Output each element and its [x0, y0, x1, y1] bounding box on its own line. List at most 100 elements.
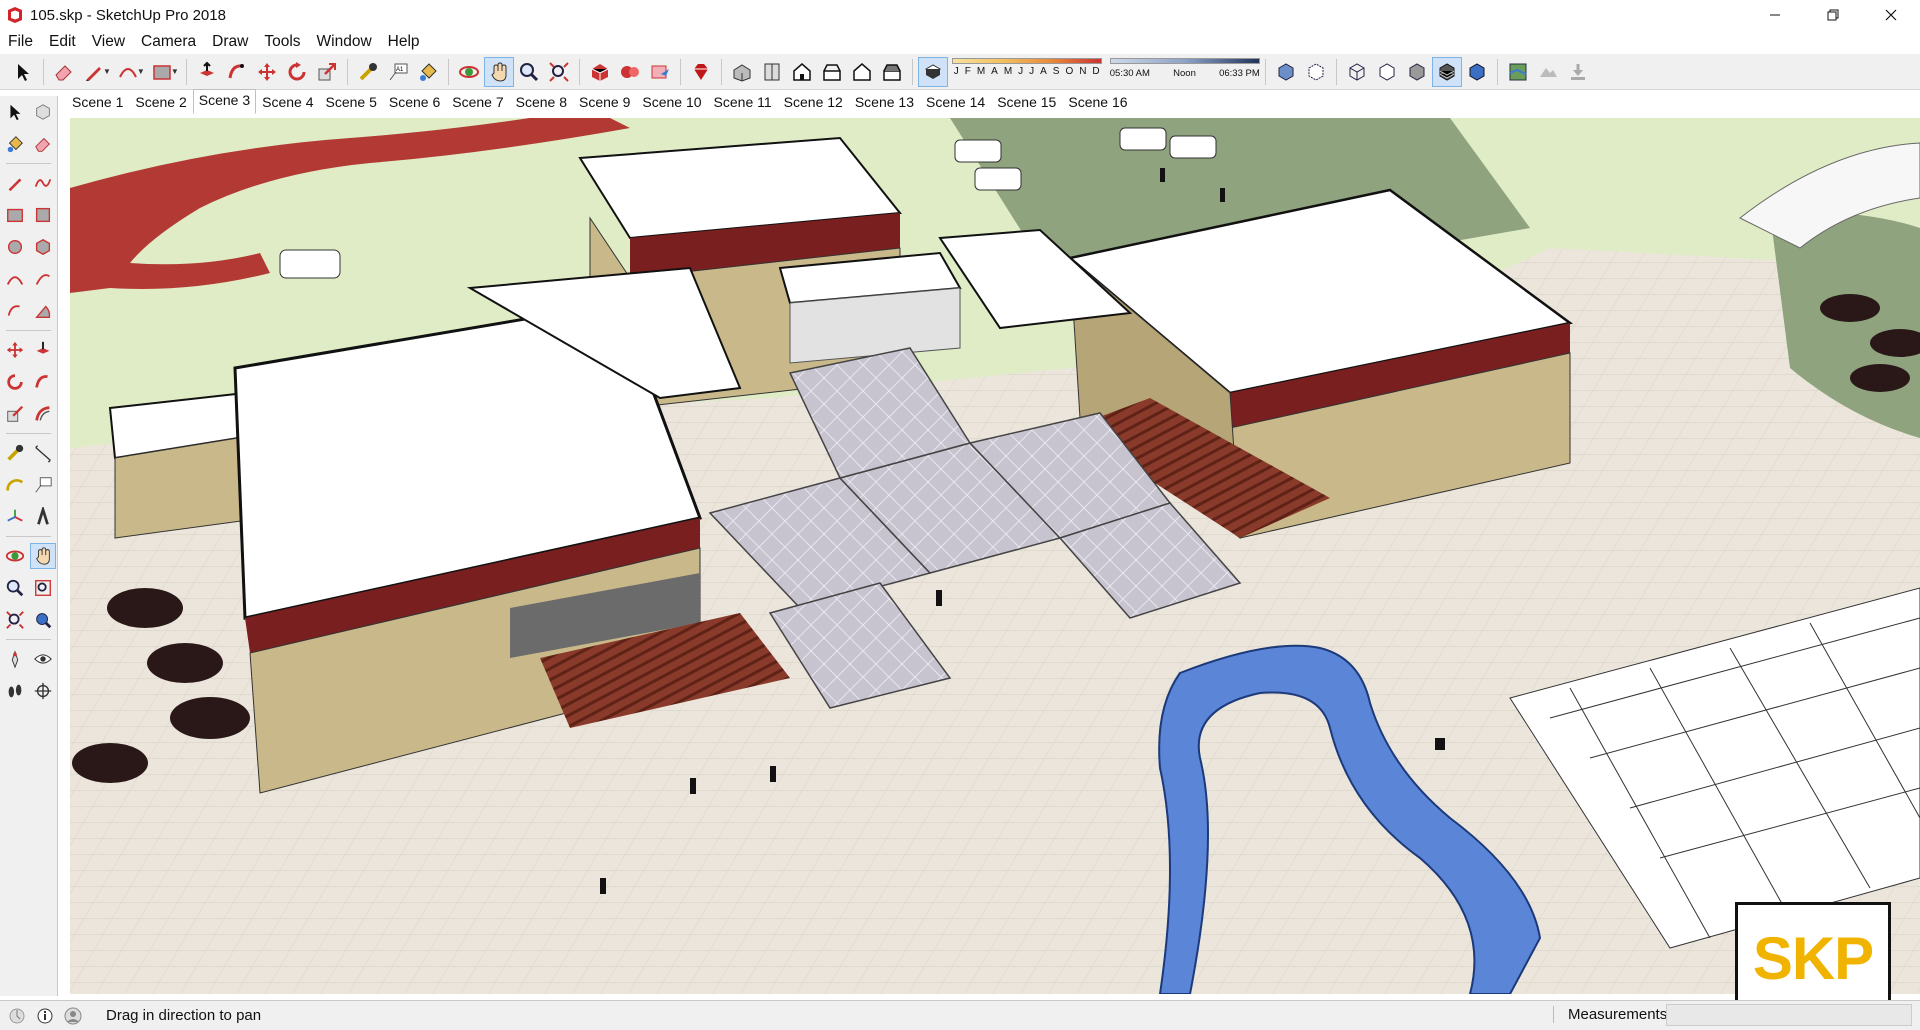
tab-scene-9[interactable]: Scene 9: [573, 91, 636, 114]
measurements-input[interactable]: [1666, 1004, 1912, 1026]
tab-scene-15[interactable]: Scene 15: [991, 91, 1062, 114]
menu-window[interactable]: Window: [309, 33, 380, 51]
axes-tool-button[interactable]: [2, 504, 28, 530]
text-tool-button[interactable]: A1: [383, 57, 413, 87]
scale-tool-button[interactable]: [312, 57, 342, 87]
view-right-button[interactable]: [817, 57, 847, 87]
offset-tool-button[interactable]: [30, 401, 56, 427]
tab-scene-14[interactable]: Scene 14: [920, 91, 991, 114]
menu-draw[interactable]: Draw: [204, 33, 256, 51]
rotate-tool-button[interactable]: [2, 369, 28, 395]
orbit-tool-button[interactable]: [2, 543, 28, 569]
menu-tools[interactable]: Tools: [256, 33, 308, 51]
eraser-tool-button[interactable]: [49, 57, 79, 87]
credits-status-button[interactable]: [34, 1005, 56, 1027]
tab-scene-4[interactable]: Scene 4: [256, 91, 319, 114]
follow-me-tool-button[interactable]: [30, 369, 56, 395]
view-iso-button[interactable]: [727, 57, 757, 87]
rotate-tool-button[interactable]: [282, 57, 312, 87]
tab-scene-2[interactable]: Scene 2: [129, 91, 192, 114]
select-tool-button[interactable]: [8, 57, 38, 87]
tab-scene-12[interactable]: Scene 12: [778, 91, 849, 114]
tab-scene-13[interactable]: Scene 13: [849, 91, 920, 114]
view-back-button[interactable]: [847, 57, 877, 87]
wireframe-style-button[interactable]: [1342, 57, 1372, 87]
orbit-tool-button[interactable]: [454, 57, 484, 87]
move-tool-button[interactable]: [2, 337, 28, 363]
pie-tool-button[interactable]: [30, 298, 56, 324]
monochrome-style-button[interactable]: [1462, 57, 1492, 87]
tab-scene-7[interactable]: Scene 7: [446, 91, 509, 114]
arc-tool-button[interactable]: [2, 266, 28, 292]
tab-scene-11[interactable]: Scene 11: [708, 91, 778, 114]
zoom-tool-button[interactable]: [2, 575, 28, 601]
menu-camera[interactable]: Camera: [133, 33, 204, 51]
previous-view-tool-button[interactable]: [30, 607, 56, 633]
tape-measure-tool-button[interactable]: [2, 440, 28, 466]
zoom-tool-button[interactable]: [514, 57, 544, 87]
extension-warehouse-button[interactable]: [615, 57, 645, 87]
toggle-terrain-button[interactable]: [1533, 57, 1563, 87]
tab-scene-3[interactable]: Scene 3: [192, 89, 257, 114]
walk-tool-button[interactable]: [2, 678, 28, 704]
hidden-line-style-button[interactable]: [1372, 57, 1402, 87]
zoom-extents-tool-button[interactable]: [544, 57, 574, 87]
menu-help[interactable]: Help: [380, 33, 428, 51]
view-left-button[interactable]: [877, 57, 907, 87]
move-tool-button[interactable]: [252, 57, 282, 87]
polygon-tool-button[interactable]: [30, 234, 56, 260]
add-location-button[interactable]: [1503, 57, 1533, 87]
shadows-toggle-button[interactable]: [917, 56, 948, 87]
view-top-button[interactable]: [757, 57, 787, 87]
restore-button[interactable]: [1804, 0, 1862, 30]
3d-warehouse-button[interactable]: [585, 57, 615, 87]
3d-text-tool-button[interactable]: [30, 504, 56, 530]
tab-scene-10[interactable]: Scene 10: [636, 91, 707, 114]
shape-dropdown-icon[interactable]: ▼: [171, 67, 179, 76]
follow-me-tool-button[interactable]: [222, 57, 252, 87]
freehand-tool-button[interactable]: [30, 170, 56, 196]
push-pull-tool-button[interactable]: [192, 57, 222, 87]
minimize-button[interactable]: [1746, 0, 1804, 30]
tab-scene-8[interactable]: Scene 8: [510, 91, 573, 114]
sign-in-status-button[interactable]: [62, 1005, 84, 1027]
tape-measure-tool-button[interactable]: [353, 57, 383, 87]
extension-manager-button[interactable]: [686, 57, 716, 87]
tab-scene-6[interactable]: Scene 6: [383, 91, 446, 114]
dimension-tool-button[interactable]: [30, 440, 56, 466]
text-tool-button[interactable]: [30, 472, 56, 498]
xray-style-button[interactable]: [1271, 57, 1301, 87]
send-to-layout-button[interactable]: [645, 57, 675, 87]
pan-tool-button[interactable]: [29, 543, 56, 569]
back-edges-style-button[interactable]: [1301, 57, 1331, 87]
make-component-button[interactable]: [30, 99, 56, 125]
menu-file[interactable]: File: [0, 33, 41, 51]
geo-location-status-button[interactable]: [6, 1005, 28, 1027]
shadow-date-slider[interactable]: J F M A M J J A S O N D: [951, 57, 1102, 86]
scale-tool-button[interactable]: [2, 401, 28, 427]
menu-view[interactable]: View: [84, 33, 133, 51]
arc-dropdown-icon[interactable]: ▼: [137, 67, 145, 76]
line-tool-button[interactable]: [2, 170, 28, 196]
three-point-arc-tool-button[interactable]: [2, 298, 28, 324]
pan-tool-button[interactable]: [483, 56, 514, 87]
select-tool-button[interactable]: [2, 99, 28, 125]
tab-scene-1[interactable]: Scene 1: [66, 91, 129, 114]
position-camera-tool-button[interactable]: [2, 646, 28, 672]
paint-bucket-tool-button[interactable]: [2, 131, 28, 157]
protractor-tool-button[interactable]: [2, 472, 28, 498]
circle-tool-button[interactable]: [2, 234, 28, 260]
two-point-arc-tool-button[interactable]: [30, 266, 56, 292]
menu-edit[interactable]: Edit: [41, 33, 84, 51]
view-front-button[interactable]: [787, 57, 817, 87]
push-pull-tool-button[interactable]: [30, 337, 56, 363]
photo-textures-button[interactable]: [1563, 57, 1593, 87]
shaded-textures-style-button[interactable]: [1431, 56, 1462, 87]
rectangle-tool-button[interactable]: [2, 202, 28, 228]
eraser-tool-button[interactable]: [30, 131, 56, 157]
section-plane-tool-button[interactable]: [30, 678, 56, 704]
shadow-time-slider[interactable]: 05:30 AM Noon 06:33 PM: [1109, 57, 1260, 86]
close-button[interactable]: [1862, 0, 1920, 30]
zoom-window-tool-button[interactable]: [30, 575, 56, 601]
line-dropdown-icon[interactable]: ▼: [103, 67, 111, 76]
